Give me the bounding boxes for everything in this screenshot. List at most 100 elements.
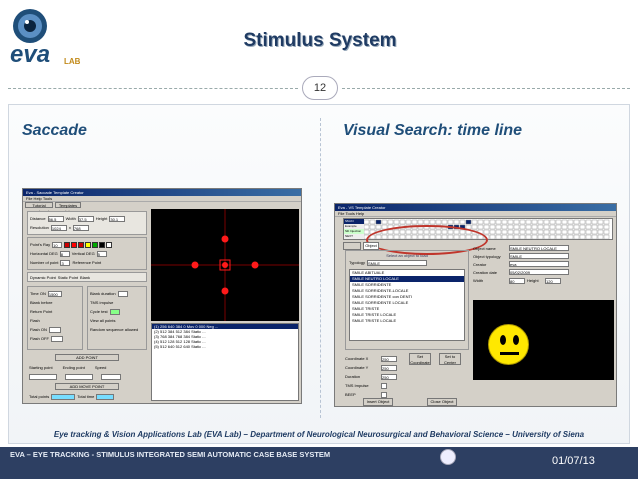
log-line[interactable]: (5) 512 640 512 640 Static ... [152, 344, 298, 349]
timeline-cell[interactable] [591, 234, 598, 240]
timeline-cell[interactable] [369, 224, 376, 230]
timeline-cell[interactable] [393, 219, 400, 225]
timeline-cell[interactable] [525, 229, 532, 235]
timeline-cell[interactable] [399, 219, 406, 225]
starting-point-field[interactable] [29, 373, 57, 380]
timeline-cell[interactable] [561, 219, 568, 225]
timeline-cell[interactable] [543, 229, 550, 235]
timeline-cell[interactable] [435, 219, 442, 225]
color-swatch[interactable] [92, 241, 99, 248]
timeline-cell[interactable] [555, 229, 562, 235]
timeline-cell[interactable] [364, 229, 370, 235]
timeline-cell[interactable] [519, 224, 526, 230]
timeline-cell[interactable] [417, 219, 424, 225]
timeline-cell[interactable] [519, 234, 526, 240]
timeline-cell[interactable] [567, 224, 574, 230]
timeline-cell[interactable] [531, 219, 538, 225]
timeline-grid[interactable]: SM-IN Example Slit Injection NEXT [343, 218, 613, 255]
timeline-cell[interactable] [489, 224, 496, 230]
timeline-cell[interactable] [591, 219, 598, 225]
coordinate-x-field[interactable]: 250 [381, 355, 397, 362]
timeline-cell[interactable] [411, 219, 418, 225]
ending-point-field[interactable] [65, 373, 93, 380]
timeline-cell[interactable] [429, 219, 436, 225]
timeline-cell[interactable] [543, 224, 550, 230]
typology-select[interactable]: SMILE [367, 259, 428, 266]
property-field[interactable]: 120 [545, 277, 561, 284]
timeline-cell[interactable] [537, 229, 544, 235]
static-point-radio[interactable]: Static Point [58, 275, 78, 280]
timeline-cell[interactable] [489, 219, 496, 225]
tab-tutorial-experiment[interactable]: Tutorial experiment [25, 202, 53, 214]
timeline-cell[interactable] [543, 219, 550, 225]
timeline-cell[interactable] [549, 224, 556, 230]
blank-radio[interactable]: Blank [80, 275, 90, 280]
cycle-test-checkbox[interactable]: Cycle test [90, 309, 108, 314]
object-list[interactable]: SMILE ABITUALE SMILE NEUTRO LOCALE SMILE S… [349, 269, 465, 341]
points-log-list[interactable]: (1) 256 640 384 0 Mov 0 000 Neg ... (2) 5… [151, 323, 299, 401]
timeline-cell[interactable] [561, 234, 568, 240]
timeline-cell[interactable] [579, 219, 586, 225]
window-menubar[interactable]: File Tools Help [335, 211, 616, 217]
timeline-cell[interactable] [561, 229, 568, 235]
distance-field[interactable]: 56.5 [47, 215, 64, 222]
random-sequence-checkbox[interactable]: Random sequence allowed [90, 327, 138, 332]
timeline-cell[interactable] [519, 219, 526, 225]
property-field[interactable]: 80 [509, 277, 525, 284]
timeline-cell[interactable] [555, 234, 562, 240]
timeline-cell[interactable] [495, 229, 502, 235]
timeline-cell[interactable] [507, 219, 514, 225]
resolution-width-field[interactable]: 1024 [50, 224, 67, 231]
point-ray-field[interactable]: 10 [52, 241, 63, 248]
timeline-cell[interactable] [471, 219, 478, 225]
timeline-cell[interactable] [501, 224, 508, 230]
timeline-cell[interactable] [483, 224, 490, 230]
timeline-cell[interactable] [507, 229, 514, 235]
beep-checkbox[interactable] [381, 391, 387, 398]
close-object-button[interactable]: Close Object [427, 398, 457, 406]
timeline-cell[interactable] [495, 219, 502, 225]
timeline-cell[interactable] [423, 219, 430, 225]
timeline-cell[interactable] [555, 224, 562, 230]
set-coordinate-button[interactable]: Set Coordinate [409, 352, 431, 365]
timeline-cell[interactable] [513, 234, 520, 240]
color-swatch[interactable] [85, 241, 92, 248]
timeline-cell[interactable] [495, 224, 502, 230]
timeline-cell[interactable] [591, 229, 598, 235]
set-to-center-button[interactable]: Set to Center [439, 352, 461, 365]
timeline-cell[interactable] [477, 224, 484, 230]
timeline-cell[interactable] [465, 219, 472, 225]
timeline-cell[interactable] [537, 219, 544, 225]
timeline-cell[interactable] [405, 219, 412, 225]
timeline-cell[interactable] [573, 224, 580, 230]
view-all-points-checkbox[interactable]: View all points [90, 318, 116, 323]
timeline-cell[interactable] [597, 234, 604, 240]
timeline-cell[interactable] [537, 234, 544, 240]
blank-duration-field[interactable] [117, 290, 128, 297]
timeline-cell[interactable] [441, 219, 448, 225]
horizontal-deg-field[interactable]: 8 [59, 250, 70, 257]
tms-impulse-checkbox[interactable]: TMS impulse [90, 300, 113, 305]
timeline-cell[interactable] [375, 219, 382, 225]
timeline-cell[interactable] [603, 224, 610, 230]
property-field[interactable]: 05/02/2009 [509, 269, 569, 275]
timeline-cell[interactable] [585, 234, 592, 240]
timeline-cell[interactable] [381, 219, 388, 225]
timeline-cell[interactable] [603, 219, 610, 225]
timeline-cell[interactable] [513, 224, 520, 230]
timeline-cell[interactable] [387, 219, 394, 225]
timeline-cell[interactable] [495, 234, 502, 240]
timeline-cell[interactable] [364, 224, 370, 230]
timeline-cell[interactable] [507, 224, 514, 230]
saccade-point[interactable] [222, 262, 228, 268]
add-move-point-button[interactable]: ADD MOVE POINT [55, 383, 119, 390]
timeline-cell[interactable] [525, 219, 532, 225]
height-field[interactable]: 30.1 [109, 215, 126, 222]
vertical-deg-field[interactable]: 5 [96, 250, 107, 257]
timeline-cell[interactable] [447, 219, 454, 225]
timeline-cell[interactable] [513, 229, 520, 235]
resolution-height-field[interactable]: 768 [72, 224, 89, 231]
timeline-cell[interactable] [573, 234, 580, 240]
timeline-cell[interactable] [501, 234, 508, 240]
timeline-cell[interactable] [579, 234, 586, 240]
